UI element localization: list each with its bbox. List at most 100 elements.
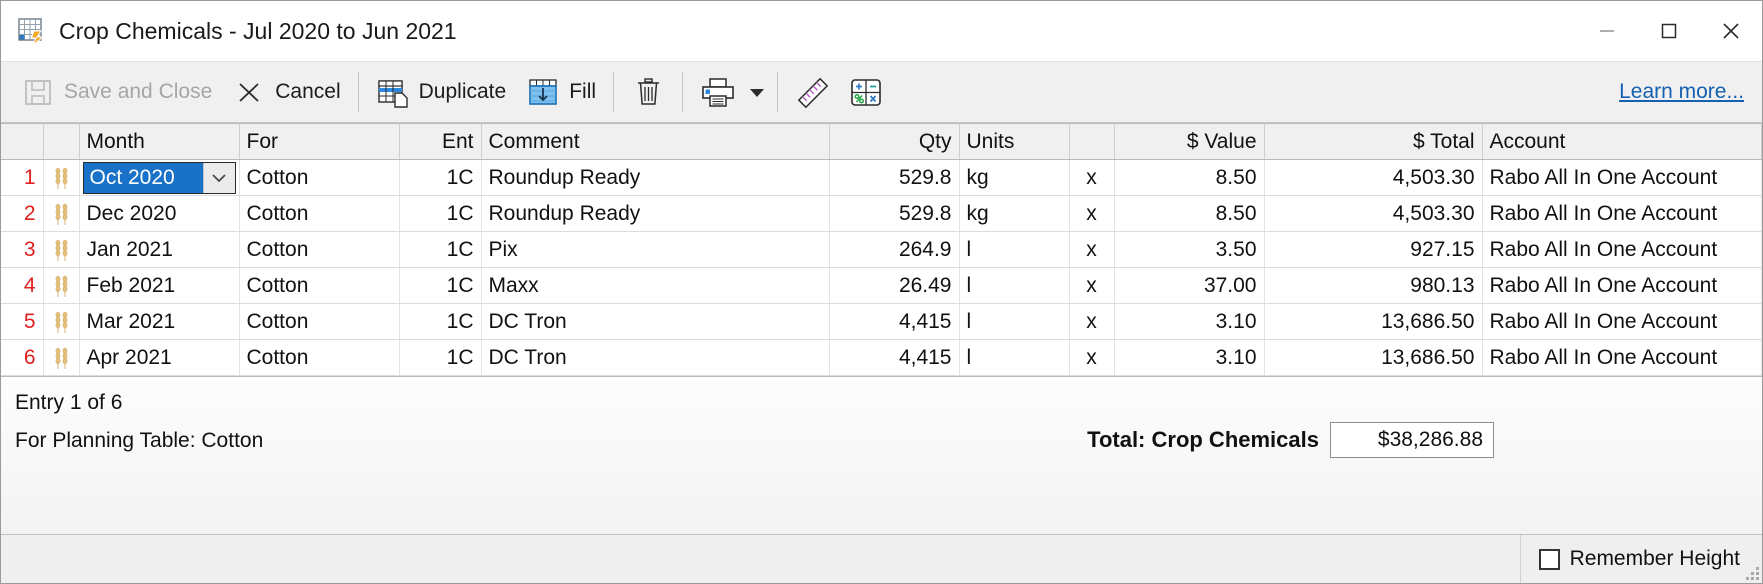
learn-more-link[interactable]: Learn more...: [1619, 80, 1748, 104]
grid-header-ent[interactable]: Ent: [399, 123, 482, 160]
measure-button[interactable]: [785, 67, 839, 117]
minimize-icon[interactable]: [1576, 1, 1638, 61]
cell-for[interactable]: Cotton: [239, 195, 400, 232]
grid-header-icon[interactable]: [43, 123, 80, 160]
print-dropdown-chevron-down-icon[interactable]: [744, 67, 770, 117]
cell-month[interactable]: Dec 2020: [79, 195, 240, 232]
cell-mult[interactable]: x: [1069, 231, 1115, 268]
cancel-button[interactable]: Cancel: [222, 67, 350, 117]
cell-qty[interactable]: 4,415: [829, 339, 960, 376]
cell-total[interactable]: 4,503.30: [1264, 195, 1483, 232]
cell-value[interactable]: 3.50: [1114, 231, 1265, 268]
remember-height-checkbox[interactable]: Remember Height: [1521, 535, 1762, 584]
cell-comment[interactable]: DC Tron: [481, 303, 830, 340]
cell-units[interactable]: kg: [959, 159, 1070, 196]
wheat-icon: [43, 231, 80, 268]
cell-for[interactable]: Cotton: [239, 159, 400, 196]
cell-for[interactable]: Cotton: [239, 267, 400, 304]
maximize-icon[interactable]: [1638, 1, 1700, 61]
cell-units[interactable]: l: [959, 339, 1070, 376]
table-row[interactable]: 3 Jan 2021 Cotton 1C Pix 264.9 l x 3.50 927.15 Rab…: [1, 231, 1762, 268]
fill-button[interactable]: Fill: [516, 67, 606, 117]
month-combobox-control[interactable]: Oct 2020: [82, 161, 236, 194]
grid-header-units[interactable]: Units: [959, 123, 1070, 160]
cell-month[interactable]: Apr 2021: [79, 339, 240, 376]
table-row[interactable]: 4 Feb 2021 Cotton 1C Maxx 26.49 l x 37.00 980.13 R…: [1, 267, 1762, 304]
cell-total[interactable]: 927.15: [1264, 231, 1483, 268]
cell-account[interactable]: Rabo All In One Account: [1482, 231, 1762, 268]
cell-for[interactable]: Cotton: [239, 303, 400, 340]
cell-units[interactable]: l: [959, 303, 1070, 340]
cell-comment[interactable]: Pix: [481, 231, 830, 268]
row-number: 1: [1, 159, 44, 196]
cell-ent[interactable]: 1C: [399, 267, 482, 304]
table-row[interactable]: 1 Oct 2020 Cotton 1C Roundup Ready 529.8 kg x 8.…: [1, 159, 1762, 196]
cell-value[interactable]: 8.50: [1114, 195, 1265, 232]
cell-ent[interactable]: 1C: [399, 339, 482, 376]
cell-total[interactable]: 13,686.50: [1264, 303, 1483, 340]
cell-ent[interactable]: 1C: [399, 195, 482, 232]
status-bar-spacer: [1, 534, 1521, 583]
cell-month[interactable]: Mar 2021: [79, 303, 240, 340]
cell-mult[interactable]: x: [1069, 303, 1115, 340]
delete-button[interactable]: [621, 67, 675, 117]
cell-ent[interactable]: 1C: [399, 159, 482, 196]
grid-header-account[interactable]: Account: [1482, 123, 1762, 160]
duplicate-button[interactable]: Duplicate: [366, 67, 517, 117]
remember-height-checkbox-box[interactable]: [1538, 548, 1560, 570]
month-combobox[interactable]: Oct 2020: [79, 159, 240, 196]
grid-header-mult[interactable]: [1069, 123, 1115, 160]
cell-qty[interactable]: 264.9: [829, 231, 960, 268]
table-row[interactable]: 2 Dec 2020 Cotton 1C Roundup Ready 529.8 kg x 8.…: [1, 195, 1762, 232]
grid-header-qty[interactable]: Qty: [829, 123, 960, 160]
cell-qty[interactable]: 4,415: [829, 303, 960, 340]
table-row[interactable]: 6 Apr 2021 Cotton 1C DC Tron 4,415 l x 3.10 13,68…: [1, 339, 1762, 376]
grid-header-value[interactable]: $ Value: [1114, 123, 1265, 160]
cell-mult[interactable]: x: [1069, 267, 1115, 304]
cell-account[interactable]: Rabo All In One Account: [1482, 195, 1762, 232]
cell-comment[interactable]: Roundup Ready: [481, 159, 830, 196]
cell-total[interactable]: 13,686.50: [1264, 339, 1483, 376]
cell-total[interactable]: 980.13: [1264, 267, 1483, 304]
calculator-button[interactable]: [839, 67, 893, 117]
cell-units[interactable]: l: [959, 231, 1070, 268]
cell-for[interactable]: Cotton: [239, 339, 400, 376]
cell-qty[interactable]: 529.8: [829, 195, 960, 232]
grid-header-total[interactable]: $ Total: [1264, 123, 1483, 160]
cell-mult[interactable]: x: [1069, 159, 1115, 196]
cell-account[interactable]: Rabo All In One Account: [1482, 303, 1762, 340]
cell-value[interactable]: 37.00: [1114, 267, 1265, 304]
close-icon[interactable]: [1700, 1, 1762, 61]
cell-value[interactable]: 8.50: [1114, 159, 1265, 196]
grid-header-comment[interactable]: Comment: [481, 123, 830, 160]
wheat-icon: [55, 167, 67, 189]
grid-header-month[interactable]: Month: [79, 123, 240, 160]
print-button[interactable]: [690, 67, 744, 117]
cell-units[interactable]: kg: [959, 195, 1070, 232]
resize-grip-icon[interactable]: [1745, 566, 1759, 580]
cell-ent[interactable]: 1C: [399, 303, 482, 340]
cell-month[interactable]: Feb 2021: [79, 267, 240, 304]
cell-comment[interactable]: Roundup Ready: [481, 195, 830, 232]
cell-mult[interactable]: x: [1069, 339, 1115, 376]
cell-account[interactable]: Rabo All In One Account: [1482, 159, 1762, 196]
cell-account[interactable]: Rabo All In One Account: [1482, 267, 1762, 304]
chevron-down-icon[interactable]: [202, 162, 235, 193]
cell-month[interactable]: Jan 2021: [79, 231, 240, 268]
cell-value[interactable]: 3.10: [1114, 339, 1265, 376]
cell-value[interactable]: 3.10: [1114, 303, 1265, 340]
save-and-close-button[interactable]: Save and Close: [11, 67, 222, 117]
table-row[interactable]: 5 Mar 2021 Cotton 1C DC Tron 4,415 l x 3.10 13,68…: [1, 303, 1762, 340]
grid-header-for[interactable]: For: [239, 123, 400, 160]
cell-comment[interactable]: Maxx: [481, 267, 830, 304]
cell-for[interactable]: Cotton: [239, 231, 400, 268]
cell-units[interactable]: l: [959, 267, 1070, 304]
cell-ent[interactable]: 1C: [399, 231, 482, 268]
cell-qty[interactable]: 26.49: [829, 267, 960, 304]
cell-account[interactable]: Rabo All In One Account: [1482, 339, 1762, 376]
cell-total[interactable]: 4,503.30: [1264, 159, 1483, 196]
grid-header-rownum[interactable]: [1, 123, 44, 160]
cell-mult[interactable]: x: [1069, 195, 1115, 232]
cell-qty[interactable]: 529.8: [829, 159, 960, 196]
cell-comment[interactable]: DC Tron: [481, 339, 830, 376]
